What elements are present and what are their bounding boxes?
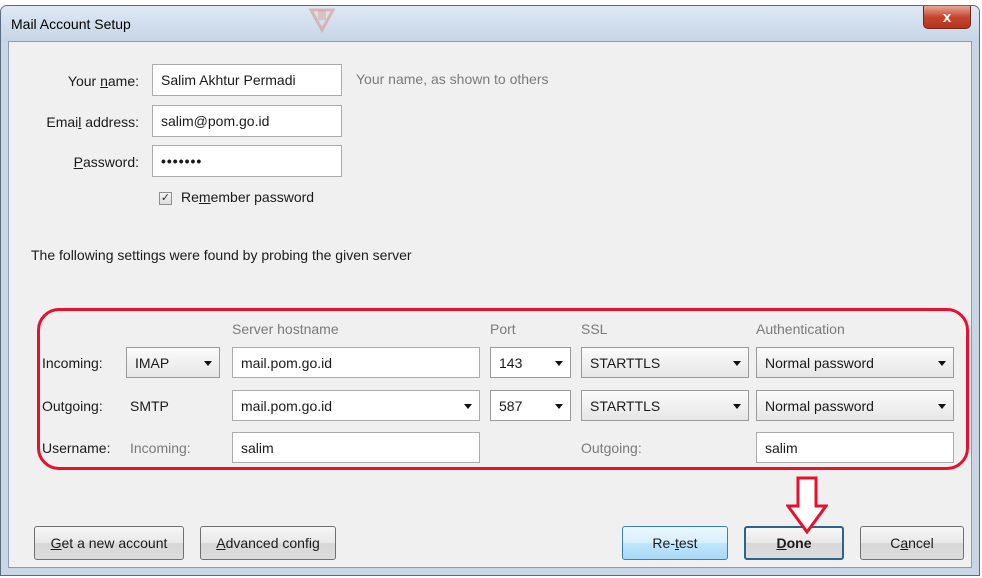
dialog-body: Your name: Salim Akhtur Permadi Your nam…: [8, 41, 972, 568]
get-new-account-button[interactable]: Get a new account: [34, 526, 184, 560]
username-incoming-label: Incoming:: [130, 440, 191, 456]
username-outgoing-label: Outgoing:: [581, 440, 642, 456]
dropdown-arrow-icon: [464, 403, 472, 409]
outgoing-port-select[interactable]: 587: [490, 390, 571, 421]
incoming-ssl-select[interactable]: STARTTLS: [581, 347, 749, 378]
password-label: Password:: [73, 154, 139, 170]
outgoing-ssl-select[interactable]: STARTTLS: [581, 390, 749, 421]
mail-account-setup-window: Mail Account Setup x Your name: Salim Ak…: [0, 5, 980, 576]
incoming-protocol-select[interactable]: IMAP: [126, 347, 220, 378]
incoming-hostname-input[interactable]: mail.pom.go.id: [232, 347, 480, 378]
advanced-config-button[interactable]: Advanced config: [200, 526, 336, 560]
dropdown-arrow-icon: [733, 403, 741, 409]
your-name-label: Your name:: [67, 73, 139, 89]
username-label: Username:: [42, 440, 111, 456]
probe-message: The following settings were found by pro…: [31, 247, 412, 263]
titlebar-decoration-icon: [304, 6, 340, 38]
dropdown-arrow-icon: [555, 360, 563, 366]
close-button[interactable]: x: [923, 6, 971, 29]
password-input[interactable]: •••••••: [152, 145, 342, 177]
incoming-username-input[interactable]: salim: [232, 432, 480, 463]
your-name-input[interactable]: Salim Akhtur Permadi: [152, 64, 342, 96]
outgoing-protocol: SMTP: [130, 398, 169, 414]
outgoing-auth-select[interactable]: Normal password: [756, 390, 954, 421]
close-icon: x: [942, 8, 952, 26]
header-port: Port: [490, 321, 516, 337]
remember-password-checkbox[interactable]: ✓: [159, 192, 172, 205]
down-arrow-annotation-icon: [785, 476, 829, 537]
outgoing-hostname-combobox[interactable]: mail.pom.go.id: [232, 390, 480, 421]
retest-button[interactable]: Re-t est: [622, 526, 728, 560]
outgoing-username-input[interactable]: salim: [756, 432, 954, 463]
outgoing-label: Outgoing:: [42, 398, 103, 414]
cancel-button[interactable]: Ca ncel: [860, 526, 964, 560]
dropdown-arrow-icon: [555, 403, 563, 409]
incoming-label: Incoming:: [42, 355, 103, 371]
email-input[interactable]: salim@pom.go.id: [152, 105, 342, 137]
title-bar: Mail Account Setup x: [1, 6, 979, 42]
dropdown-arrow-icon: [733, 360, 741, 366]
header-server-hostname: Server hostname: [232, 321, 339, 337]
checkmark-icon: ✓: [160, 192, 171, 204]
your-name-hint: Your name, as shown to others: [356, 71, 549, 87]
incoming-port-select[interactable]: 143: [490, 347, 571, 378]
header-ssl: SSL: [581, 321, 608, 337]
window-title: Mail Account Setup: [11, 16, 131, 32]
dropdown-arrow-icon: [938, 403, 946, 409]
dropdown-arrow-icon: [204, 360, 212, 366]
header-authentication: Authentication: [756, 321, 845, 337]
email-label: Email address:: [46, 114, 139, 130]
incoming-auth-select[interactable]: Normal password: [756, 347, 954, 378]
dropdown-arrow-icon: [938, 360, 946, 366]
remember-password-label: Remember password: [181, 189, 315, 205]
